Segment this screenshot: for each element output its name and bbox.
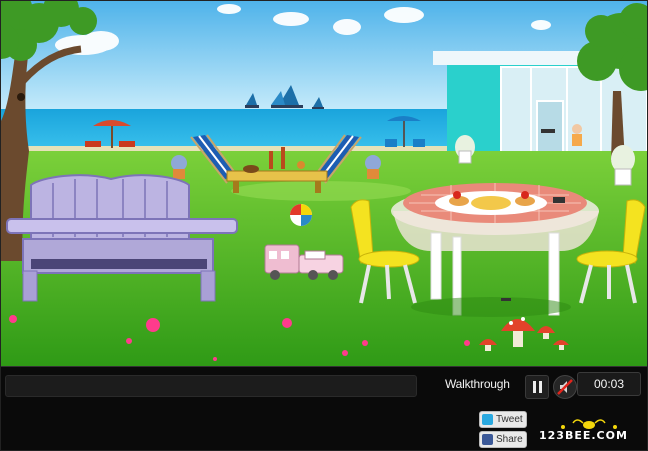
game-timer: 00:03: [577, 372, 641, 396]
game-frame: Walkthrough 00:03 Tweet Share 123BEE.COM: [0, 0, 648, 451]
pause-icon: [539, 381, 542, 393]
facebook-f-icon: [482, 434, 493, 445]
progress-track: [5, 375, 417, 397]
mute-button[interactable]: [553, 375, 577, 399]
tweet-button[interactable]: Tweet: [479, 411, 527, 428]
walkthrough-link[interactable]: Walkthrough: [445, 377, 510, 391]
site-logo[interactable]: 123BEE.COM: [539, 417, 639, 445]
logo-text: 123BEE.COM: [539, 429, 628, 442]
control-bar: Walkthrough 00:03: [1, 366, 647, 405]
speaker-muted-icon: [557, 379, 573, 395]
beach-ball[interactable]: [290, 204, 312, 226]
tweet-label: Tweet: [496, 414, 523, 425]
garden-scene[interactable]: [1, 1, 647, 366]
pause-icon: [533, 381, 536, 393]
hidden-item[interactable]: [501, 298, 511, 301]
footer-bar: Tweet Share 123BEE.COM: [1, 405, 647, 450]
share-button[interactable]: Share: [479, 431, 527, 448]
twitter-bird-icon: [482, 414, 493, 425]
share-label: Share: [496, 434, 523, 445]
pause-button[interactable]: [525, 375, 549, 399]
